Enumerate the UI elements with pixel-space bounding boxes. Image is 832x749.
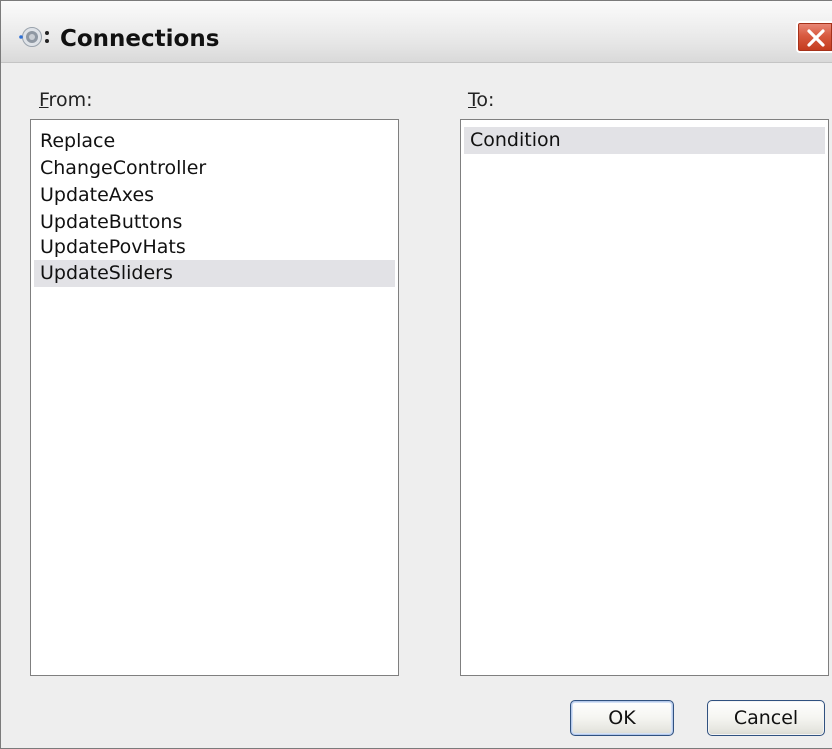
from-list-item-updateaxes[interactable]: UpdateAxes [34, 182, 395, 209]
list-item-label: Replace [40, 130, 116, 152]
list-item-label: ChangeController [40, 157, 207, 179]
from-list-item-updatebuttons[interactable]: UpdateButtons [34, 209, 395, 236]
from-list-item-replace[interactable]: Replace [34, 128, 395, 155]
from-list-item-updatesliders[interactable]: UpdateSliders [34, 260, 395, 287]
from-label-rest: rom: [48, 89, 93, 111]
list-item-label: UpdateButtons [40, 211, 183, 233]
connections-dialog: Connections From: To: Replace ChangeCont… [0, 0, 832, 749]
list-item-label: UpdateSliders [40, 262, 173, 284]
from-label-mnemonic: F [39, 89, 49, 111]
list-item-label: Condition [470, 129, 561, 151]
to-list-item-condition[interactable]: Condition [464, 127, 825, 154]
from-label: From: [39, 89, 92, 111]
ok-button[interactable]: OK [570, 700, 674, 736]
list-item-label: UpdatePovHats [40, 236, 186, 258]
from-list-item-updatepovhats[interactable]: UpdatePovHats [34, 234, 395, 261]
cancel-button[interactable]: Cancel [707, 700, 825, 736]
title-bar[interactable]: Connections [1, 1, 832, 63]
window-title: Connections [60, 26, 220, 52]
close-button[interactable] [796, 21, 832, 53]
from-list[interactable]: Replace ChangeController UpdateAxes Upda… [30, 119, 399, 676]
list-item-label: UpdateAxes [40, 184, 155, 206]
to-label-rest: o: [476, 89, 495, 111]
from-list-item-changecontroller[interactable]: ChangeController [34, 155, 395, 182]
to-list[interactable]: Condition [460, 119, 829, 676]
to-label: To: [468, 89, 494, 111]
gear-icon [19, 25, 53, 49]
